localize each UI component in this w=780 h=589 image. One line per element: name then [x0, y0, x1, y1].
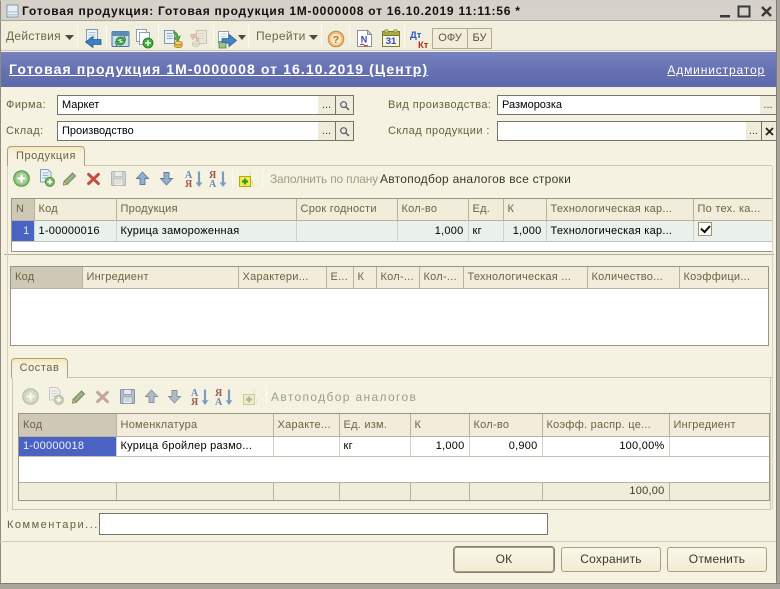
svg-text:N: N: [361, 35, 368, 45]
svg-text:?: ?: [333, 34, 339, 46]
svg-text:Кт: Кт: [418, 40, 429, 50]
svg-text:31: 31: [386, 36, 397, 47]
